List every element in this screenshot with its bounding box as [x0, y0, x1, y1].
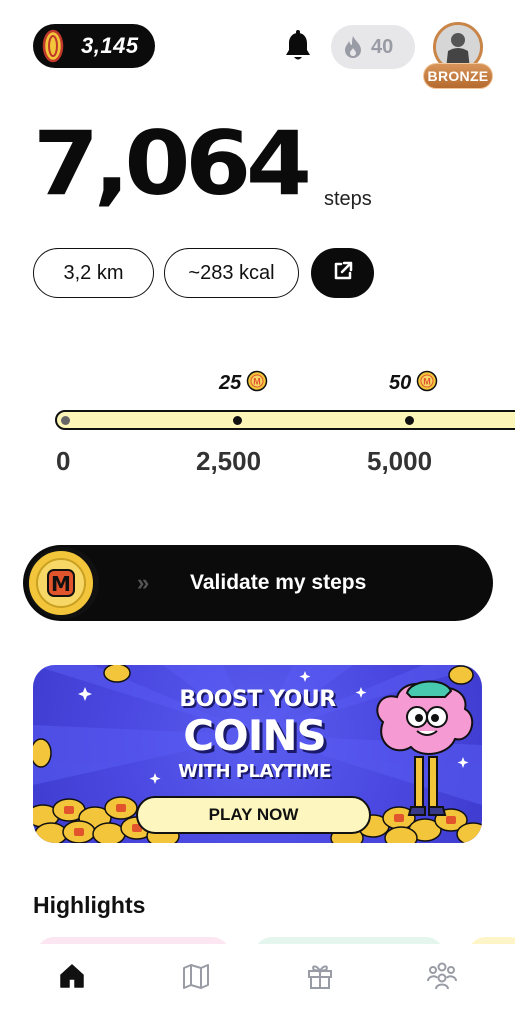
milestone-label: 2,500 — [196, 446, 262, 476]
svg-text:M: M — [51, 572, 71, 596]
coin-icon[interactable]: M — [23, 545, 103, 621]
steps-count: 7,064 — [33, 112, 312, 215]
steps-progress-track — [55, 410, 515, 430]
milestone-label: 0 — [56, 446, 71, 476]
milestone-dot — [405, 416, 414, 425]
share-button[interactable] — [311, 248, 374, 298]
highlights-heading: Highlights — [33, 892, 146, 918]
nav-map-tab[interactable] — [176, 962, 216, 994]
streak-count: 40 — [371, 35, 394, 58]
rank-badge: BRONZE — [423, 63, 493, 89]
nav-friends-tab[interactable] — [422, 962, 462, 994]
chevrons-right-icon: » — [137, 570, 149, 595]
gift-icon — [305, 961, 335, 996]
milestone-label: 5,000 — [367, 446, 433, 476]
coin-icon: M — [246, 370, 268, 397]
home-icon — [58, 962, 86, 995]
steps-unit: steps — [324, 188, 372, 210]
reward-marker: 25 M — [219, 370, 268, 397]
validate-steps-label: Validate my steps — [190, 571, 367, 594]
calories-chip: ~283 kcal — [164, 248, 299, 298]
svg-text:M: M — [254, 377, 262, 387]
coin-icon: M — [416, 370, 438, 397]
distance-chip: 3,2 km — [33, 248, 154, 298]
milestone-dot — [233, 416, 242, 425]
coin-balance: 3,145 — [81, 33, 139, 58]
nav-home-tab[interactable] — [52, 962, 92, 994]
play-now-button[interactable]: PLAY NOW — [136, 796, 371, 834]
bottom-navigation — [0, 944, 515, 1024]
milestone-dot — [61, 416, 70, 425]
reward-marker: 50 M — [389, 370, 438, 397]
reward-value: 25 — [219, 372, 242, 394]
coin-balance-pill[interactable]: 3,145 — [33, 24, 155, 68]
validate-steps-slider[interactable]: M » Validate my steps — [23, 545, 493, 621]
nav-rewards-tab[interactable] — [300, 962, 340, 994]
playtime-promo-banner[interactable]: BOOST YOUR COINS WITH PLAYTIME PLAY NOW — [33, 665, 482, 843]
streak-pill[interactable]: 40 — [331, 25, 415, 69]
profile-avatar-button[interactable]: BRONZE — [423, 22, 495, 90]
coin-stack-icon — [39, 29, 67, 63]
friends-icon — [426, 961, 458, 996]
flame-icon — [343, 35, 363, 59]
external-link-icon — [332, 260, 354, 287]
bell-icon[interactable] — [283, 30, 313, 64]
reward-value: 50 — [389, 372, 412, 394]
svg-text:M: M — [424, 377, 432, 387]
mascot-illustration — [376, 680, 474, 816]
map-icon — [181, 962, 211, 995]
